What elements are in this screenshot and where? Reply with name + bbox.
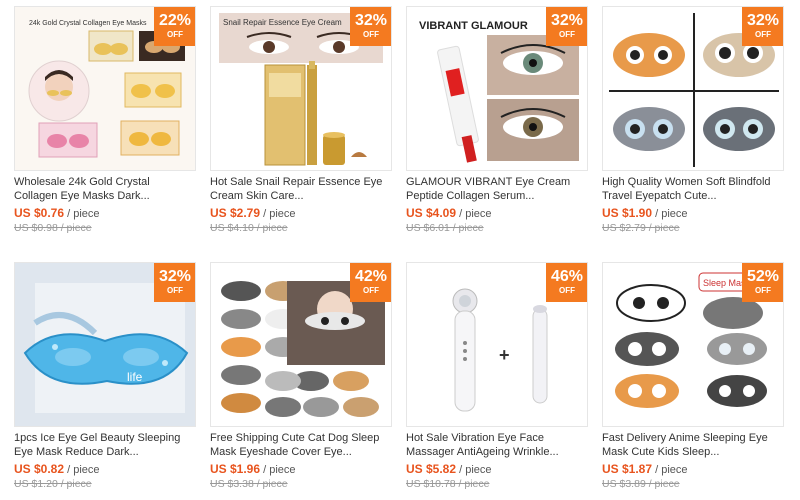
discount-badge: 32% OFF [546, 7, 587, 46]
original-price: US $3.38 / piece [210, 478, 288, 490]
product-title[interactable]: Hot Sale Snail Repair Essence Eye Cream … [210, 175, 390, 203]
product-title[interactable]: GLAMOUR VIBRANT Eye Cream Peptide Collag… [406, 175, 586, 203]
price-unit: / piece [67, 464, 100, 476]
original-price: US $4.10 / piece [210, 222, 288, 234]
product-card[interactable]: VIBRANT GLAMOUR 32% OFF GLAMOUR VIBRANT … [404, 0, 588, 240]
product-title[interactable]: 1pcs Ice Eye Gel Beauty Sleeping Eye Mas… [14, 431, 194, 459]
current-price: US $1.96 [210, 462, 261, 476]
discount-percent: 22% [158, 12, 192, 29]
current-price: US $4.09 [406, 206, 457, 220]
product-price: US $1.87 / piece [602, 462, 688, 476]
discount-off-label: OFF [559, 30, 575, 39]
discount-percent: 32% [158, 268, 192, 285]
discount-badge: 52% OFF [742, 263, 783, 302]
product-image[interactable]: 42% OFF [210, 262, 392, 427]
product-card[interactable]: 24k Gold Crystal Collagen Eye Masks 22% … [12, 0, 196, 240]
product-card[interactable]: life 32% OFF 1pcs Ice Eye Gel Beauty Sle… [12, 256, 196, 496]
discount-off-label: OFF [167, 30, 183, 39]
original-price: US $10.78 / piece [406, 478, 490, 490]
product-price: US $1.96 / piece [210, 462, 296, 476]
product-card[interactable]: 32% OFF High Quality Women Soft Blindfol… [600, 0, 784, 240]
discount-off-label: OFF [559, 286, 575, 295]
current-price: US $1.90 [602, 206, 653, 220]
image-caption: 24k Gold Crystal Collagen Eye Masks [29, 20, 147, 27]
discount-off-label: OFF [755, 30, 771, 39]
image-caption: + [499, 345, 510, 365]
product-card[interactable]: Sleep Mask 52% OFF Fast Delivery Anime S… [600, 256, 784, 496]
discount-percent: 42% [354, 268, 388, 285]
product-price: US $1.90 / piece [602, 206, 688, 220]
price-unit: / piece [655, 464, 688, 476]
discount-off-label: OFF [363, 30, 379, 39]
discount-percent: 32% [550, 12, 584, 29]
product-price: US $2.79 / piece [210, 206, 296, 220]
image-caption: VIBRANT GLAMOUR [419, 20, 528, 32]
product-title[interactable]: Hot Sale Vibration Eye Face Massager Ant… [406, 431, 586, 459]
discount-off-label: OFF [167, 286, 183, 295]
original-price: US $6.01 / piece [406, 222, 484, 234]
current-price: US $1.87 [602, 462, 653, 476]
product-image[interactable]: + 46% OFF [406, 262, 588, 427]
discount-percent: 32% [746, 12, 780, 29]
product-image[interactable]: life 32% OFF [14, 262, 196, 427]
discount-badge: 42% OFF [350, 263, 391, 302]
product-image[interactable]: 32% OFF [602, 6, 784, 171]
product-price: US $4.09 / piece [406, 206, 492, 220]
discount-percent: 32% [354, 12, 388, 29]
product-price: US $0.82 / piece [14, 462, 100, 476]
original-price: US $3.89 / piece [602, 478, 680, 490]
original-price: US $1.20 / piece [14, 478, 92, 490]
product-image[interactable]: Snail Repair Essence Eye Cream 32% OFF [210, 6, 392, 171]
current-price: US $2.79 [210, 206, 261, 220]
product-image[interactable]: 24k Gold Crystal Collagen Eye Masks 22% … [14, 6, 196, 171]
product-title[interactable]: Fast Delivery Anime Sleeping Eye Mask Cu… [602, 431, 782, 459]
price-unit: / piece [263, 208, 296, 220]
image-caption: life [127, 370, 143, 384]
discount-percent: 46% [550, 268, 584, 285]
discount-off-label: OFF [363, 286, 379, 295]
product-price: US $5.82 / piece [406, 462, 492, 476]
product-title[interactable]: Free Shipping Cute Cat Dog Sleep Mask Ey… [210, 431, 390, 459]
price-unit: / piece [459, 464, 492, 476]
product-title[interactable]: High Quality Women Soft Blindfold Travel… [602, 175, 782, 203]
original-price: US $0.98 / piece [14, 222, 92, 234]
product-card[interactable]: + 46% OFF Hot Sale Vibration Eye Face Ma… [404, 256, 588, 496]
product-price: US $0.76 / piece [14, 206, 100, 220]
original-price: US $2.79 / piece [602, 222, 680, 234]
discount-badge: 46% OFF [546, 263, 587, 302]
product-image[interactable]: Sleep Mask 52% OFF [602, 262, 784, 427]
product-card[interactable]: 42% OFF Free Shipping Cute Cat Dog Sleep… [208, 256, 392, 496]
discount-badge: 22% OFF [154, 7, 195, 46]
product-title[interactable]: Wholesale 24k Gold Crystal Collagen Eye … [14, 175, 194, 203]
current-price: US $0.82 [14, 462, 65, 476]
price-unit: / piece [655, 208, 688, 220]
discount-badge: 32% OFF [350, 7, 391, 46]
image-caption: Snail Repair Essence Eye Cream [223, 18, 342, 27]
product-image[interactable]: VIBRANT GLAMOUR 32% OFF [406, 6, 588, 171]
discount-off-label: OFF [755, 286, 771, 295]
discount-badge: 32% OFF [742, 7, 783, 46]
product-grid: 24k Gold Crystal Collagen Eye Masks 22% … [0, 0, 800, 500]
discount-percent: 52% [746, 268, 780, 285]
current-price: US $5.82 [406, 462, 457, 476]
price-unit: / piece [459, 208, 492, 220]
price-unit: / piece [263, 464, 296, 476]
price-unit: / piece [67, 208, 100, 220]
current-price: US $0.76 [14, 206, 65, 220]
product-card[interactable]: Snail Repair Essence Eye Cream 32% OFF H… [208, 0, 392, 240]
discount-badge: 32% OFF [154, 263, 195, 302]
